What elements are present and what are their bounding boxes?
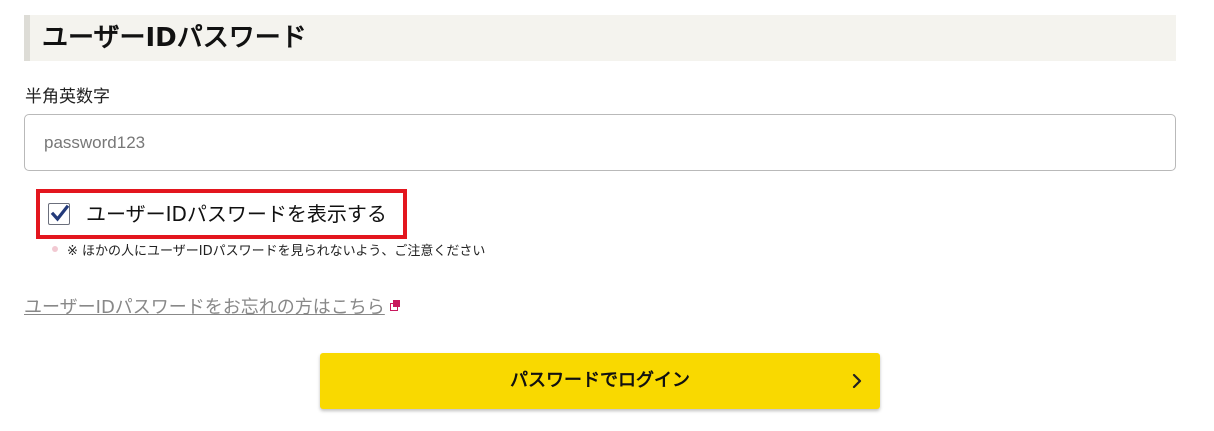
section-header: ユーザーIDパスワード: [24, 15, 1176, 61]
password-login-button[interactable]: パスワードでログイン: [320, 353, 880, 409]
checkmark-icon: [50, 204, 69, 222]
forgot-password-link-label[interactable]: ユーザーIDパスワードをお忘れの方はこちら: [24, 296, 385, 320]
external-link-icon: [389, 300, 400, 311]
security-note: ※ ほかの人にユーザーIDパスワードを見られないよう、ご注意ください: [52, 240, 486, 259]
forgot-password-link[interactable]: ユーザーIDパスワードをお忘れの方はこちら: [24, 296, 400, 320]
show-password-checkbox[interactable]: [48, 203, 70, 225]
section-title: ユーザーIDパスワード: [42, 23, 307, 53]
password-login-button-label: パスワードでログイン: [510, 370, 690, 391]
show-password-label: ユーザーIDパスワードを表示する: [86, 202, 387, 226]
password-field-label: 半角英数字: [25, 87, 110, 107]
security-note-text: ※ ほかの人にユーザーIDパスワードを見られないよう、ご注意ください: [67, 243, 486, 259]
bullet-dot-icon: [52, 246, 58, 252]
show-password-toggle[interactable]: ユーザーIDパスワードを表示する: [48, 200, 387, 228]
chevron-right-icon: [852, 373, 862, 389]
password-input[interactable]: [24, 114, 1176, 171]
